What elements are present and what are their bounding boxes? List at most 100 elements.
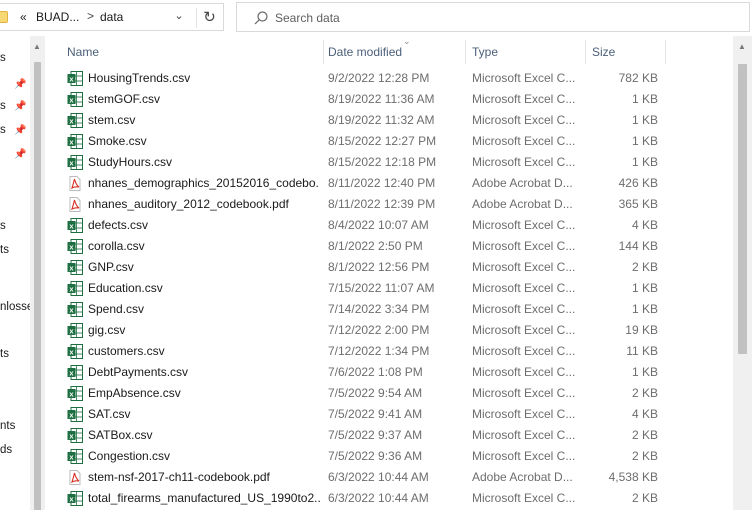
nav-item[interactable]: s xyxy=(0,100,6,112)
file-row[interactable]: x EmpAbsence.csv 7/5/2022 9:54 AM Micros… xyxy=(45,383,733,404)
file-row[interactable]: x GNP.csv 8/1/2022 12:56 PM Microsoft Ex… xyxy=(45,257,733,278)
column-headers: Name ⌄ Date modified Type Size xyxy=(45,36,733,66)
file-size: 2 KB xyxy=(631,260,658,274)
file-date-modified: 8/15/2022 12:27 PM xyxy=(328,134,437,148)
pin-icon: 📌 xyxy=(14,101,27,112)
file-name: total_firearms_manufactured_US_1990to2..… xyxy=(88,491,320,505)
file-list-scrollbar[interactable]: ▲ xyxy=(733,36,752,510)
excel-icon: x xyxy=(67,92,83,107)
file-size: 1 KB xyxy=(631,302,658,316)
column-header-type[interactable]: Type xyxy=(472,45,498,59)
file-date-modified: 8/1/2022 12:56 PM xyxy=(328,260,430,274)
file-name: HousingTrends.csv xyxy=(88,71,191,85)
file-row[interactable]: nhanes_demographics_20152016_codebo... 8… xyxy=(45,173,733,194)
file-date-modified: 8/1/2022 2:50 PM xyxy=(328,239,423,253)
nav-item[interactable]: ts xyxy=(0,348,9,360)
column-header-size[interactable]: Size xyxy=(592,45,615,59)
chevron-down-icon[interactable]: ⌄ xyxy=(172,9,186,25)
scroll-up-icon[interactable]: ▲ xyxy=(33,42,41,51)
search-box[interactable] xyxy=(236,2,750,32)
nav-scrollbar[interactable]: ▲ xyxy=(30,36,45,510)
file-row[interactable]: x DebtPayments.csv 7/6/2022 1:08 PM Micr… xyxy=(45,362,733,383)
file-name: GNP.csv xyxy=(88,260,134,274)
excel-icon: x xyxy=(67,491,83,506)
file-row[interactable]: x stem.csv 8/19/2022 11:32 AM Microsoft … xyxy=(45,110,733,131)
file-row[interactable]: x HousingTrends.csv 9/2/2022 12:28 PM Mi… xyxy=(45,68,733,89)
file-row[interactable]: x StudyHours.csv 8/15/2022 12:18 PM Micr… xyxy=(45,152,733,173)
file-row[interactable]: x Smoke.csv 8/15/2022 12:27 PM Microsoft… xyxy=(45,131,733,152)
file-size: 1 KB xyxy=(631,113,658,127)
navigation-pane: s 📌 s 📌 s 📌 📌 s ts nlosse ts nts ds xyxy=(0,36,30,510)
file-row[interactable]: x SATBox.csv 7/5/2022 9:37 AM Microsoft … xyxy=(45,425,733,446)
excel-icon: x xyxy=(67,281,83,296)
file-row[interactable]: x SAT.csv 7/5/2022 9:41 AM Microsoft Exc… xyxy=(45,404,733,425)
file-date-modified: 7/12/2022 1:34 PM xyxy=(328,344,430,358)
file-type: Microsoft Excel C... xyxy=(472,365,576,379)
file-name: SATBox.csv xyxy=(88,428,153,442)
file-row[interactable]: x Congestion.csv 7/5/2022 9:36 AM Micros… xyxy=(45,446,733,467)
file-row[interactable]: stem-nsf-2017-ch11-codebook.pdf 6/3/2022… xyxy=(45,467,733,488)
address-bar[interactable]: « BUAD... > data ⌄ ↻ xyxy=(0,3,224,31)
file-date-modified: 7/14/2022 3:34 PM xyxy=(328,302,430,316)
search-input[interactable] xyxy=(275,8,735,28)
nav-item[interactable]: ds xyxy=(0,444,12,456)
file-size: 4,538 KB xyxy=(608,470,658,484)
file-row[interactable]: x corolla.csv 8/1/2022 2:50 PM Microsoft… xyxy=(45,236,733,257)
column-divider[interactable] xyxy=(665,40,666,64)
file-name: StudyHours.csv xyxy=(88,155,173,169)
scroll-up-icon[interactable]: ▲ xyxy=(738,42,746,51)
file-size: 365 KB xyxy=(618,197,658,211)
file-size: 1 KB xyxy=(631,155,658,169)
file-type: Microsoft Excel C... xyxy=(472,260,576,274)
file-date-modified: 6/3/2022 10:44 AM xyxy=(328,470,429,484)
file-row[interactable]: x total_firearms_manufactured_US_1990to2… xyxy=(45,488,733,509)
file-size: 2 KB xyxy=(631,386,658,400)
file-name: stemGOF.csv xyxy=(88,92,161,106)
file-type: Microsoft Excel C... xyxy=(472,71,576,85)
file-row[interactable]: x stemGOF.csv 8/19/2022 11:36 AM Microso… xyxy=(45,89,733,110)
file-name: Congestion.csv xyxy=(88,449,171,463)
file-row[interactable]: x gig.csv 7/12/2022 2:00 PM Microsoft Ex… xyxy=(45,320,733,341)
column-divider[interactable] xyxy=(465,40,466,64)
refresh-icon[interactable]: ↻ xyxy=(196,8,222,28)
column-header-name[interactable]: Name xyxy=(67,45,99,59)
nav-item[interactable]: s xyxy=(0,220,6,232)
nav-item[interactable]: ts xyxy=(0,244,9,256)
nav-item[interactable]: s xyxy=(0,124,6,136)
file-name: Spend.csv xyxy=(88,302,145,316)
file-type: Microsoft Excel C... xyxy=(472,449,576,463)
file-list-scrollbar-thumb[interactable] xyxy=(738,64,747,354)
file-name: gig.csv xyxy=(88,323,126,337)
address-overflow-chevron[interactable]: « xyxy=(20,10,27,24)
file-name: stem.csv xyxy=(88,113,136,127)
file-type: Microsoft Excel C... xyxy=(472,344,576,358)
file-row[interactable]: x Education.csv 7/15/2022 11:07 AM Micro… xyxy=(45,278,733,299)
breadcrumb-current[interactable]: data xyxy=(100,10,123,24)
file-row[interactable]: x defects.csv 8/4/2022 10:07 AM Microsof… xyxy=(45,215,733,236)
nav-item[interactable]: s xyxy=(0,52,6,64)
column-divider[interactable] xyxy=(585,40,586,64)
file-name: defects.csv xyxy=(88,218,149,232)
breadcrumb-parent[interactable]: BUAD... xyxy=(36,10,79,24)
file-row[interactable]: x Spend.csv 7/14/2022 3:34 PM Microsoft … xyxy=(45,299,733,320)
excel-icon: x xyxy=(67,239,83,254)
nav-item[interactable]: nts xyxy=(0,420,15,432)
file-date-modified: 7/5/2022 9:54 AM xyxy=(328,386,423,400)
file-type: Microsoft Excel C... xyxy=(472,113,576,127)
file-date-modified: 8/19/2022 11:36 AM xyxy=(328,92,435,106)
file-date-modified: 7/5/2022 9:41 AM xyxy=(328,407,423,421)
file-size: 2 KB xyxy=(631,449,658,463)
nav-item[interactable]: nlosse xyxy=(0,301,30,313)
column-divider[interactable] xyxy=(323,40,324,64)
file-date-modified: 8/4/2022 10:07 AM xyxy=(328,218,429,232)
file-date-modified: 7/5/2022 9:37 AM xyxy=(328,428,423,442)
file-row[interactable]: nhanes_auditory_2012_codebook.pdf 8/11/2… xyxy=(45,194,733,215)
file-size: 11 KB xyxy=(626,344,658,358)
file-row[interactable]: x customers.csv 7/12/2022 1:34 PM Micros… xyxy=(45,341,733,362)
nav-scrollbar-thumb[interactable] xyxy=(34,62,41,510)
column-header-date-modified[interactable]: Date modified xyxy=(328,45,402,59)
sort-indicator-icon: ⌄ xyxy=(403,36,411,46)
breadcrumb-separator-icon[interactable]: > xyxy=(87,9,94,23)
excel-icon: x xyxy=(67,365,83,380)
file-date-modified: 8/19/2022 11:32 AM xyxy=(328,113,435,127)
